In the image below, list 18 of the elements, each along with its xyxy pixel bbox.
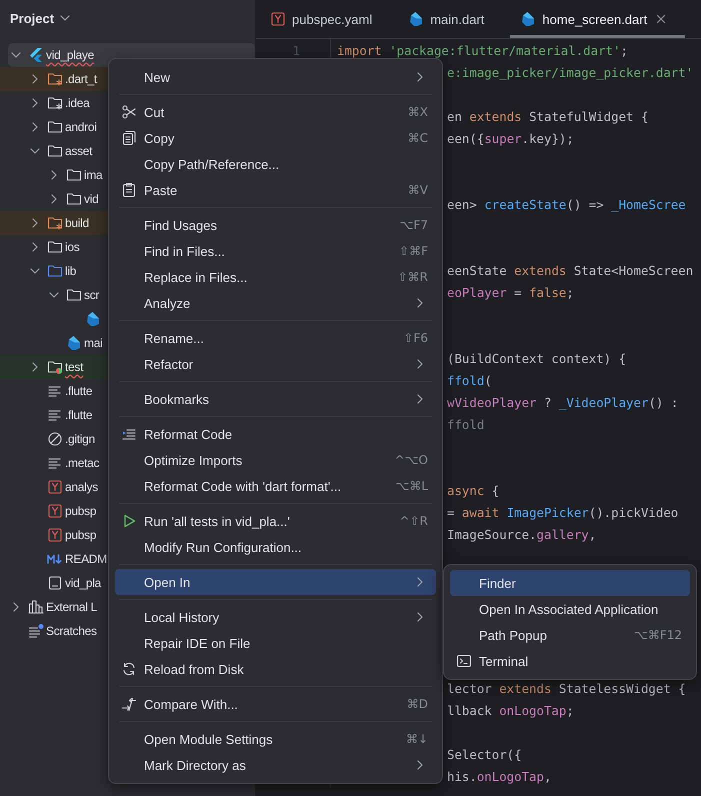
code-line: een({super.key}); — [447, 130, 574, 146]
code-line: = await ImagePicker().pickVideo — [447, 504, 678, 520]
code-line: en extends StatefulWidget { — [447, 108, 648, 124]
code-line: ffold( — [447, 372, 492, 388]
code-line: wVideoPlayer ? _VideoPlayer() : — [447, 394, 678, 410]
code-line: his.onLogoTap, — [447, 768, 552, 784]
code-line: e:image_picker/image_picker.dart' — [447, 64, 694, 80]
code-line: ffold — [447, 416, 484, 432]
code-line: lector extends StatelessWidget { — [447, 680, 686, 696]
code-line: eoPlayer = false; — [447, 284, 574, 300]
code-line: async { — [447, 482, 500, 498]
code-line: Selector({ — [447, 746, 522, 762]
code-line: import 'package:flutter/material.dart'; — [337, 42, 628, 58]
code-line: (BuildContext context) { — [447, 350, 626, 366]
code-line: eenState extends State<HomeScreen — [447, 262, 694, 278]
code-line: een> createState() => _HomeScree — [447, 196, 686, 212]
code-line: ImageSource.gallery, — [447, 526, 596, 542]
code-line: llback onLogoTap; — [447, 702, 574, 718]
